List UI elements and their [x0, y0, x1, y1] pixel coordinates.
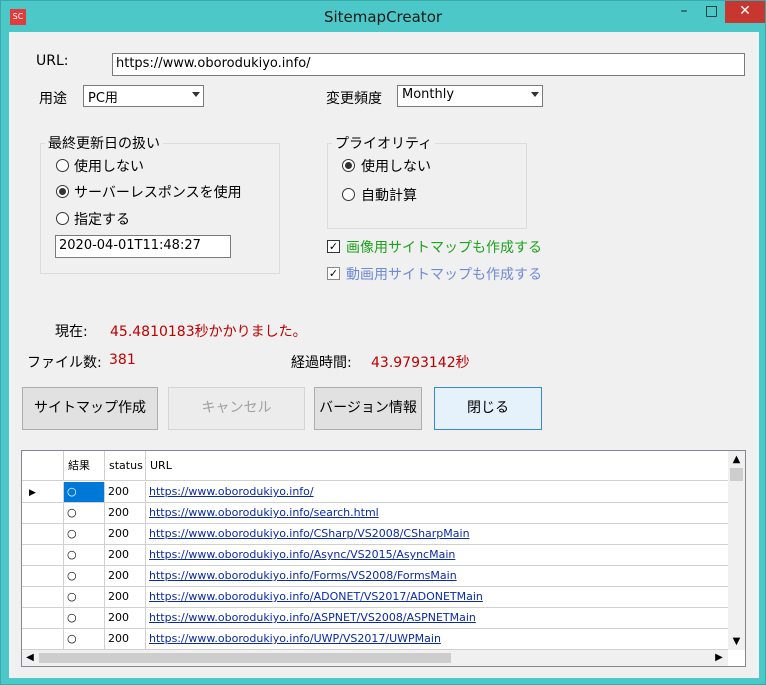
usage-select-value: PC用	[88, 91, 118, 106]
column-header-url[interactable]: URL	[146, 451, 728, 481]
column-header-status[interactable]: status	[105, 451, 146, 481]
row-header[interactable]	[22, 503, 64, 523]
horizontal-scroll-thumb[interactable]	[39, 653, 451, 663]
status-cell[interactable]: 200	[105, 482, 146, 502]
frequency-label: 変更頻度	[326, 91, 382, 107]
lastmod-option-label: サーバーレスポンスを使用	[74, 185, 242, 201]
result-cell[interactable]: ○	[64, 629, 105, 649]
current-row-icon: ▶	[29, 488, 36, 498]
horizontal-scrollbar[interactable]: ◀ ▶	[22, 650, 728, 666]
minimize-button[interactable]: –	[670, 1, 698, 23]
current-label: 現在:	[55, 324, 88, 340]
lastmod-radio-0[interactable]	[56, 159, 69, 172]
row-header[interactable]	[22, 545, 64, 565]
image-sitemap-label: 画像用サイトマップも作成する	[346, 240, 542, 256]
url-cell-link[interactable]: https://www.oborodukiyo.info/UWP/VS2017/…	[146, 629, 728, 649]
current-value: 45.4810183秒かかりました。	[110, 324, 307, 340]
status-cell[interactable]: 200	[105, 587, 146, 607]
status-cell[interactable]: 200	[105, 608, 146, 628]
status-cell[interactable]: 200	[105, 545, 146, 565]
result-cell[interactable]: ○	[64, 545, 105, 565]
result-cell[interactable]: ○	[64, 524, 105, 544]
scroll-up-icon[interactable]: ▲	[728, 451, 745, 468]
table-row[interactable]: ○ 200 https://www.oborodukiyo.info/CSharp/…	[22, 524, 728, 545]
row-header[interactable]	[22, 608, 64, 628]
app-window: SC SitemapCreator – □ ✕ URL: https://www…	[0, 0, 766, 685]
row-header[interactable]: ▶	[22, 482, 64, 502]
table-row[interactable]: ○ 200 https://www.oborodukiyo.info/UWP/VS2…	[22, 629, 728, 650]
scroll-left-icon[interactable]: ◀	[22, 650, 38, 666]
result-cell[interactable]: ○	[64, 566, 105, 586]
files-value: 381	[109, 352, 136, 368]
title-bar[interactable]: SC SitemapCreator – □ ✕	[1, 1, 765, 33]
result-cell[interactable]: ○	[64, 608, 105, 628]
elapsed-label: 経過時間:	[291, 355, 352, 371]
row-header-corner	[22, 451, 64, 481]
grid-header: 結果 status URL	[22, 451, 728, 481]
url-input[interactable]: https://www.oborodukiyo.info/	[112, 53, 745, 76]
maximize-button[interactable]: □	[698, 1, 725, 23]
table-row[interactable]: ○ 200 https://www.oborodukiyo.info/ASPNET/…	[22, 608, 728, 629]
video-sitemap-checkbox[interactable]: ✓	[327, 267, 340, 280]
video-sitemap-label: 動画用サイトマップも作成する	[346, 267, 542, 283]
lastmod-date-input[interactable]: 2020-04-01T11:48:27	[55, 235, 231, 258]
table-row[interactable]: ▶ ○ 200 https://www.oborodukiyo.info/	[22, 482, 728, 503]
result-cell[interactable]: ○	[64, 587, 105, 607]
cancel-button[interactable]: キャンセル	[168, 387, 305, 430]
files-label: ファイル数:	[27, 355, 102, 371]
frequency-select[interactable]: Monthly	[397, 85, 543, 107]
url-cell-link[interactable]: https://www.oborodukiyo.info/ADONET/VS20…	[146, 587, 728, 607]
version-info-button[interactable]: バージョン情報	[314, 387, 422, 430]
table-row[interactable]: ○ 200 https://www.oborodukiyo.info/search.…	[22, 503, 728, 524]
vertical-scroll-thumb[interactable]	[730, 468, 743, 481]
usage-select[interactable]: PC用	[83, 85, 204, 107]
table-row[interactable]: ○ 200 https://www.oborodukiyo.info/Async/V…	[22, 545, 728, 566]
row-header[interactable]	[22, 566, 64, 586]
row-header[interactable]	[22, 629, 64, 649]
priority-radio-1[interactable]	[342, 188, 355, 201]
table-row[interactable]: ○ 200 https://www.oborodukiyo.info/ADONET/…	[22, 587, 728, 608]
status-cell[interactable]: 200	[105, 524, 146, 544]
chevron-down-icon	[531, 92, 539, 97]
result-cell[interactable]: ○	[64, 482, 105, 502]
vertical-scrollbar[interactable]: ▲ ▼	[728, 451, 745, 650]
url-cell-link[interactable]: https://www.oborodukiyo.info/ASPNET/VS20…	[146, 608, 728, 628]
priority-option-label: 使用しない	[361, 159, 431, 175]
table-row[interactable]: ○ 200 https://www.oborodukiyo.info/Forms/V…	[22, 566, 728, 587]
url-cell-link[interactable]: https://www.oborodukiyo.info/	[146, 482, 728, 502]
column-header-result[interactable]: 結果	[64, 451, 105, 481]
scroll-down-icon[interactable]: ▼	[728, 633, 745, 650]
elapsed-value: 43.9793142秒	[371, 355, 470, 371]
client-area: URL: https://www.oborodukiyo.info/ 用途 PC…	[9, 32, 759, 678]
lastmod-radio-1[interactable]	[56, 185, 69, 198]
status-cell[interactable]: 200	[105, 629, 146, 649]
status-cell[interactable]: 200	[105, 503, 146, 523]
url-cell-link[interactable]: https://www.oborodukiyo.info/search.html	[146, 503, 728, 523]
close-button[interactable]: 閉じる	[434, 387, 542, 430]
row-header[interactable]	[22, 587, 64, 607]
usage-label: 用途	[39, 91, 67, 107]
lastmod-option-label: 使用しない	[74, 159, 144, 175]
image-sitemap-checkbox[interactable]: ✓	[327, 240, 340, 253]
window-title: SitemapCreator	[323, 8, 443, 26]
results-grid[interactable]: 結果 status URL ▶ ○ 200 https://www.oboroduki…	[21, 450, 746, 667]
priority-group-title: プライオリティ	[332, 133, 436, 153]
url-label: URL:	[36, 53, 69, 69]
url-cell-link[interactable]: https://www.oborodukiyo.info/Forms/VS200…	[146, 566, 728, 586]
chevron-down-icon	[192, 92, 200, 97]
scroll-right-icon[interactable]: ▶	[711, 650, 727, 666]
result-cell[interactable]: ○	[64, 503, 105, 523]
close-window-button[interactable]: ✕	[725, 1, 765, 23]
lastmod-group-title: 最終更新日の扱い	[45, 133, 163, 153]
frequency-select-value: Monthly	[402, 87, 455, 102]
create-sitemap-button[interactable]: サイトマップ作成	[22, 387, 158, 430]
lastmod-radio-2[interactable]	[56, 212, 69, 225]
status-cell[interactable]: 200	[105, 566, 146, 586]
url-cell-link[interactable]: https://www.oborodukiyo.info/Async/VS201…	[146, 545, 728, 565]
priority-radio-0[interactable]	[342, 159, 355, 172]
row-header[interactable]	[22, 524, 64, 544]
priority-option-label: 自動計算	[361, 188, 417, 204]
lastmod-option-label: 指定する	[74, 212, 130, 228]
url-cell-link[interactable]: https://www.oborodukiyo.info/CSharp/VS20…	[146, 524, 728, 544]
